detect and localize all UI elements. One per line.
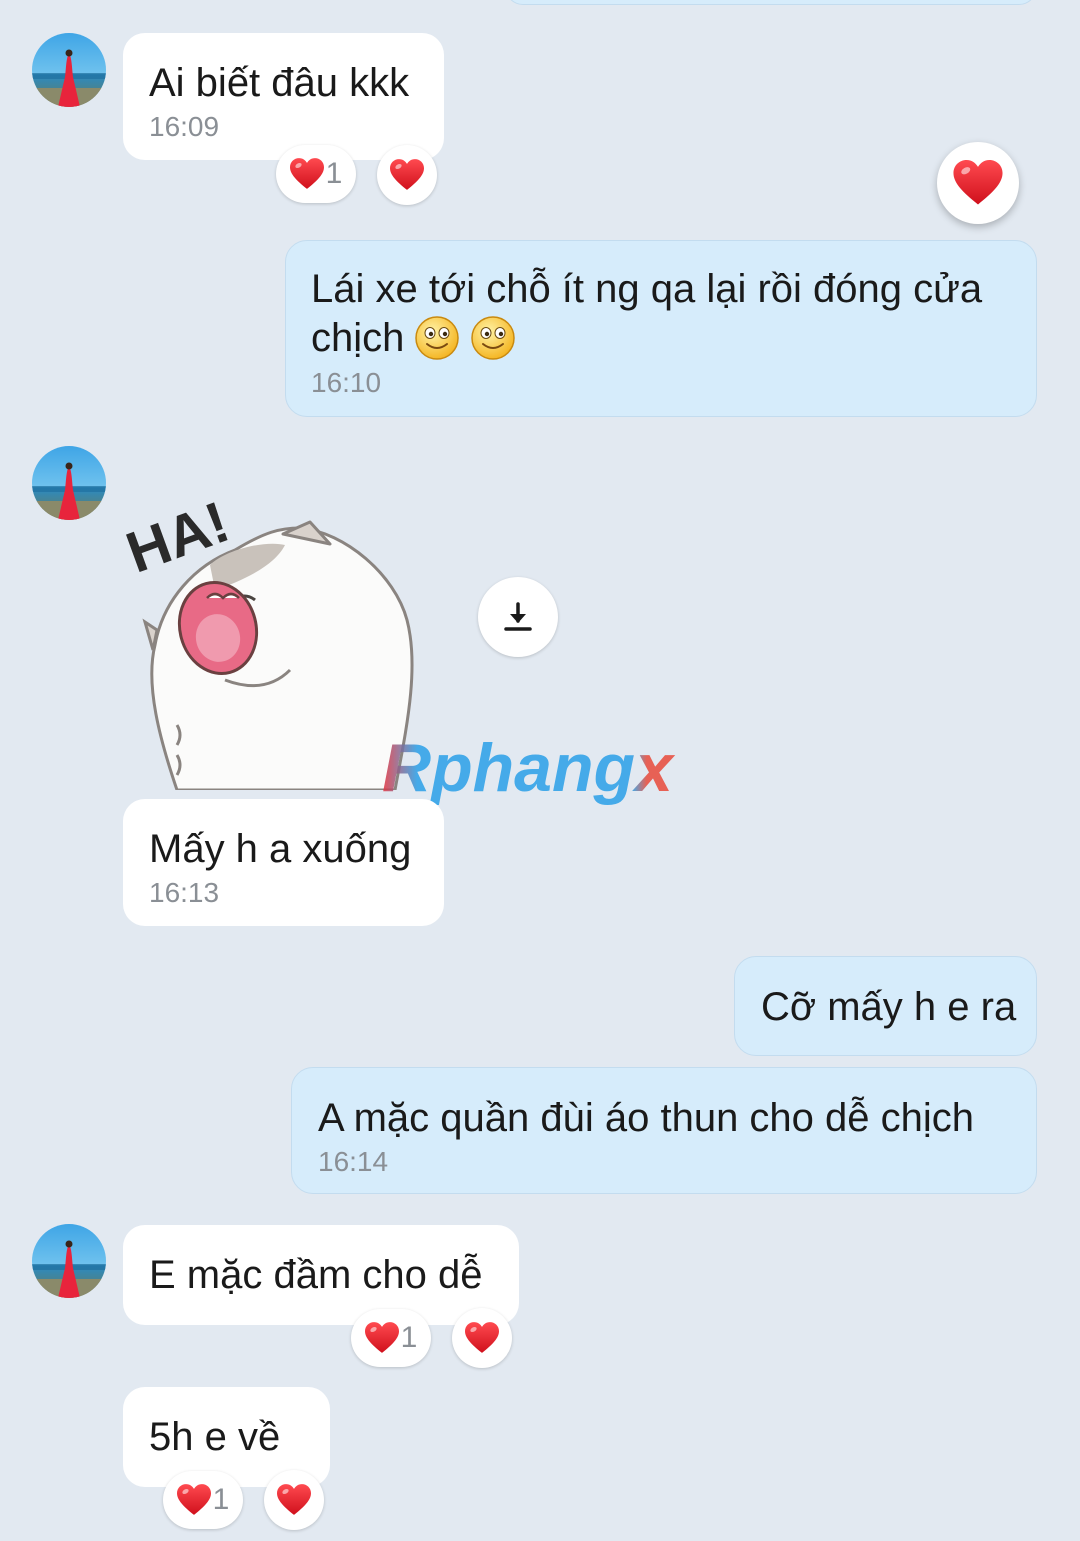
- message-text: chịch: [311, 316, 405, 360]
- react-button[interactable]: [264, 1470, 324, 1530]
- message-time: 16:09: [149, 111, 220, 142]
- react-button[interactable]: [377, 145, 437, 205]
- message-bubble-incoming[interactable]: E mặc đầm cho dễ: [123, 1225, 519, 1325]
- message-text: E mặc đầm cho dễ: [149, 1253, 483, 1297]
- react-button[interactable]: [452, 1308, 512, 1368]
- smiley-emoji-icon: [414, 315, 460, 361]
- download-button[interactable]: [478, 577, 558, 657]
- message-text: 5h e về: [149, 1415, 281, 1459]
- message-time: 16:13: [149, 877, 220, 908]
- message-bubble-incoming[interactable]: Ai biết đâu kkk 16:09: [123, 33, 444, 160]
- avatar[interactable]: [32, 1224, 106, 1298]
- reaction-count: 1: [400, 1321, 418, 1354]
- message-text: Ai biết đâu kkk: [149, 61, 410, 105]
- heart-icon: [177, 1484, 211, 1516]
- message-bubble-outgoing[interactable]: A mặc quần đùi áo thun cho dễ chịch 16:1…: [291, 1067, 1037, 1194]
- reaction-count-badge[interactable]: 1: [276, 145, 356, 203]
- heart-icon: [465, 1322, 499, 1354]
- quick-heart-react-button[interactable]: [937, 142, 1019, 224]
- heart-icon: [290, 158, 324, 190]
- reaction-count: 1: [212, 1483, 230, 1516]
- message-bubble-outgoing[interactable]: Lái xe tới chỗ ít ng qa lại rồi đóng cửa…: [285, 240, 1037, 417]
- reaction-count-badge[interactable]: 1: [163, 1471, 243, 1529]
- heart-icon: [277, 1484, 311, 1516]
- message-text: Cỡ mấy h e ra: [761, 985, 1017, 1029]
- heart-icon: [365, 1322, 399, 1354]
- watermark-text: Rphangx: [382, 730, 676, 806]
- message-text: Lái xe tới chỗ ít ng qa lại rồi đóng cửa: [311, 267, 983, 311]
- message-bubble-incoming[interactable]: Mấy h a xuống 16:13: [123, 799, 444, 926]
- previous-message-bubble-edge: [505, 0, 1037, 5]
- message-time: 16:10: [311, 367, 382, 398]
- avatar[interactable]: [32, 446, 106, 520]
- download-icon: [504, 602, 532, 631]
- heart-icon: [390, 159, 424, 191]
- reaction-count-badge[interactable]: 1: [351, 1309, 431, 1367]
- message-bubble-outgoing[interactable]: Cỡ mấy h e ra: [734, 956, 1037, 1056]
- reaction-count: 1: [325, 157, 343, 190]
- smiley-emoji-icon: [470, 315, 516, 361]
- avatar[interactable]: [32, 33, 106, 107]
- message-text: A mặc quần đùi áo thun cho dễ chịch: [318, 1096, 975, 1140]
- message-text: Mấy h a xuống: [149, 827, 412, 871]
- message-time: 16:14: [318, 1146, 389, 1177]
- heart-icon: [953, 160, 1003, 206]
